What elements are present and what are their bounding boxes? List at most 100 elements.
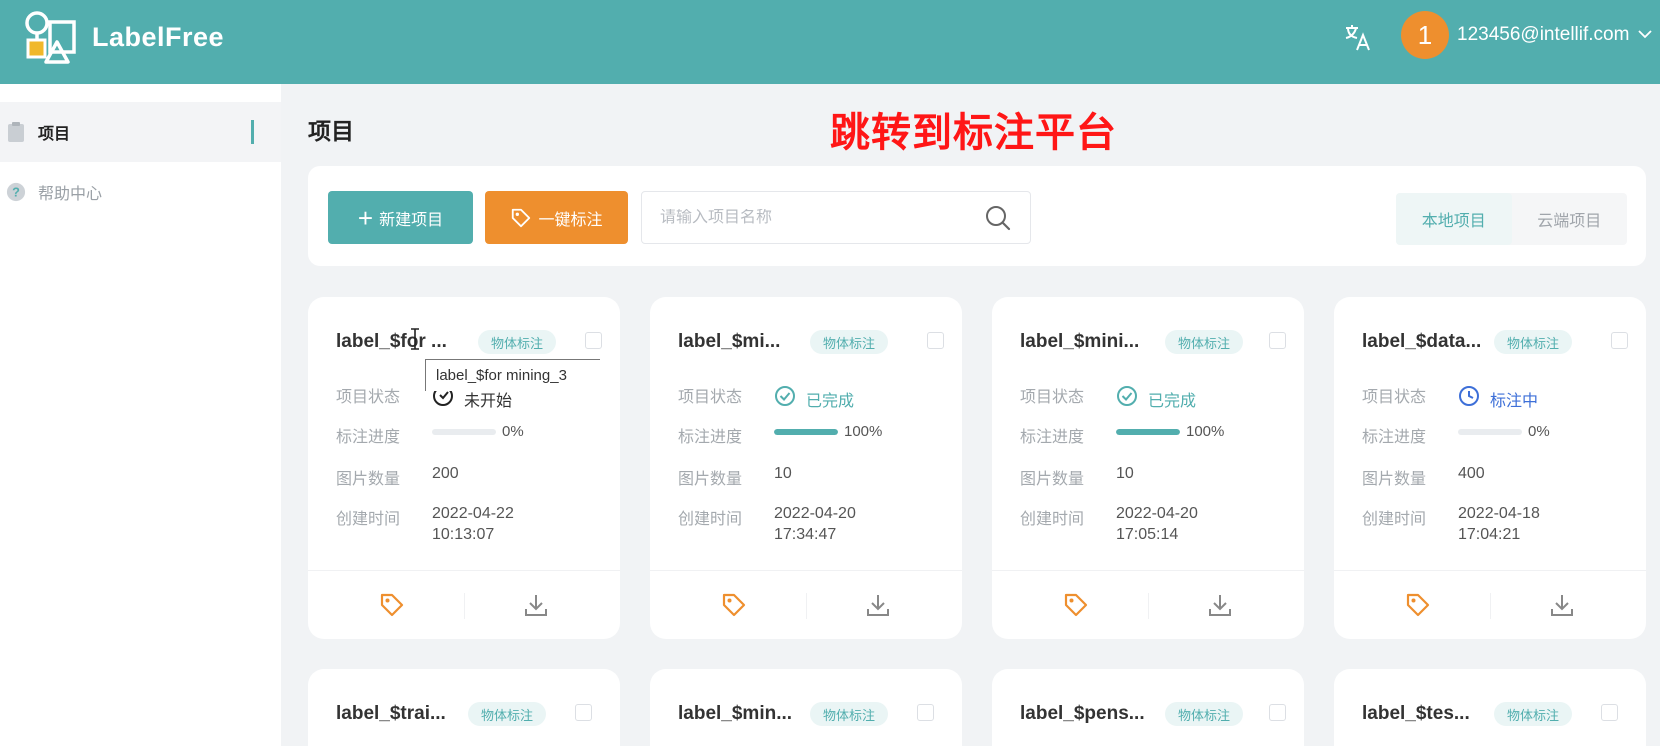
progress-track: [774, 428, 838, 435]
card-type-tag: 物体标注: [468, 702, 547, 726]
toolbar: + 新建项目 一键标注 本地项目 云端项目: [308, 166, 1646, 266]
app-header: LabelFree 1 123456@intellif.com: [0, 0, 1660, 84]
image-count-label: 图片数量: [1020, 471, 1085, 488]
translate-icon[interactable]: [1342, 22, 1372, 52]
user-email[interactable]: 123456@intellif.com: [1457, 24, 1629, 46]
project-card[interactable]: label_$min... 物体标注: [650, 669, 962, 746]
progress-label: 标注进度: [678, 429, 743, 446]
tab-cloud-projects[interactable]: 云端项目: [1512, 193, 1628, 245]
sidebar-item-label: 项目: [38, 126, 71, 143]
card-title[interactable]: label_$min...: [678, 703, 792, 725]
card-footer: [992, 570, 1304, 639]
project-card[interactable]: label_$for ... 物体标注 项目状态 未开始 标注进度 0% 图片数…: [308, 297, 620, 639]
divider: [1148, 593, 1149, 619]
project-card[interactable]: label_$data... 物体标注 项目状态 标注中 标注进度 0% 图片数…: [1334, 297, 1646, 639]
card-title[interactable]: label_$tes...: [1362, 703, 1470, 725]
tag-icon[interactable]: [378, 591, 406, 619]
card-footer: [308, 570, 620, 639]
card-checkbox[interactable]: [575, 704, 592, 721]
download-icon[interactable]: [864, 591, 892, 619]
progress-bar: 100%: [774, 423, 882, 440]
progress-bar: 0%: [1458, 423, 1550, 440]
chevron-down-icon[interactable]: [1637, 28, 1653, 40]
help-circle-icon: ?: [6, 180, 26, 204]
image-count-label: 图片数量: [1362, 471, 1427, 488]
progress-text: 100%: [844, 423, 883, 440]
card-title[interactable]: label_$mi...: [678, 331, 780, 353]
one-click-label-button[interactable]: 一键标注: [485, 191, 628, 244]
avatar[interactable]: 1: [1401, 11, 1449, 59]
download-icon[interactable]: [1548, 591, 1576, 619]
sidebar-item-help[interactable]: ? 帮助中心: [0, 162, 281, 222]
progress-fill: [1116, 428, 1180, 435]
progress-label: 标注进度: [336, 429, 401, 446]
search-input[interactable]: [660, 208, 960, 227]
card-checkbox[interactable]: [927, 332, 944, 349]
card-title[interactable]: label_$for ...: [336, 331, 447, 353]
tag-icon[interactable]: [1062, 591, 1090, 619]
card-checkbox[interactable]: [1269, 704, 1286, 721]
card-checkbox[interactable]: [1611, 332, 1628, 349]
download-icon[interactable]: [1206, 591, 1234, 619]
progress-bar: 0%: [432, 423, 524, 440]
card-footer: [1334, 570, 1646, 639]
image-count-label: 图片数量: [678, 471, 743, 488]
sidebar: 项目 ? 帮助中心: [0, 84, 281, 746]
card-checkbox[interactable]: [1601, 704, 1618, 721]
svg-text:?: ?: [12, 185, 20, 200]
progress-label: 标注进度: [1020, 429, 1085, 446]
sidebar-item-label: 帮助中心: [38, 186, 103, 203]
tab-local-projects[interactable]: 本地项目: [1396, 193, 1512, 245]
image-count-value: 200: [432, 465, 459, 482]
card-checkbox[interactable]: [1269, 332, 1286, 349]
app-name: LabelFree: [92, 21, 225, 52]
clock-icon: [1458, 385, 1480, 412]
status-value: 已完成: [1116, 385, 1196, 412]
card-checkbox[interactable]: [585, 332, 602, 349]
created-time: 17:04:21: [1458, 526, 1521, 543]
tag-icon: [512, 208, 531, 227]
divider: [464, 593, 465, 619]
image-count-value: 10: [774, 465, 792, 482]
active-indicator: [251, 120, 254, 144]
created-time: 10:13:07: [432, 526, 495, 543]
progress-label: 标注进度: [1362, 429, 1427, 446]
divider: [1490, 593, 1491, 619]
created-time: 17:05:14: [1116, 526, 1179, 543]
check-circle-icon: [774, 385, 796, 412]
page-title: 项目: [308, 118, 354, 144]
image-count-label: 图片数量: [336, 471, 401, 488]
progress-track: [1116, 428, 1180, 435]
created-date: 2022-04-20: [774, 505, 856, 522]
created-time: 17:34:47: [774, 526, 837, 543]
status-label: 项目状态: [1020, 389, 1085, 406]
card-footer: [650, 570, 962, 639]
search-icon[interactable]: [984, 204, 1012, 232]
project-card[interactable]: label_$trai... 物体标注: [308, 669, 620, 746]
project-card[interactable]: label_$mi... 物体标注 项目状态 已完成 标注进度 100% 图片数…: [650, 297, 962, 639]
project-source-tabs: 本地项目 云端项目: [1396, 193, 1627, 245]
card-type-tag: 物体标注: [1165, 330, 1244, 354]
project-card[interactable]: label_$pens... 物体标注: [992, 669, 1304, 746]
image-count-value: 400: [1458, 465, 1485, 482]
download-icon[interactable]: [522, 591, 550, 619]
app-logo[interactable]: LabelFree: [24, 10, 224, 64]
card-type-tag: 物体标注: [1165, 702, 1244, 726]
card-title[interactable]: label_$trai...: [336, 703, 446, 725]
new-project-button[interactable]: + 新建项目: [328, 191, 473, 244]
title-tooltip: label_$for mining_3: [425, 359, 600, 391]
progress-text: 100%: [1186, 423, 1225, 440]
project-card[interactable]: label_$tes... 物体标注: [1334, 669, 1646, 746]
card-checkbox[interactable]: [917, 704, 934, 721]
sidebar-item-projects[interactable]: 项目: [0, 102, 281, 162]
card-type-tag: 物体标注: [810, 702, 889, 726]
created-date: 2022-04-20: [1116, 505, 1198, 522]
tag-icon[interactable]: [720, 591, 748, 619]
status-label: 项目状态: [678, 389, 743, 406]
status-value: 标注中: [1458, 385, 1538, 412]
card-title[interactable]: label_$mini...: [1020, 331, 1139, 353]
card-title[interactable]: label_$pens...: [1020, 703, 1145, 725]
card-title[interactable]: label_$data...: [1362, 331, 1481, 353]
project-card[interactable]: label_$mini... 物体标注 项目状态 已完成 标注进度 100% 图…: [992, 297, 1304, 639]
tag-icon[interactable]: [1404, 591, 1432, 619]
